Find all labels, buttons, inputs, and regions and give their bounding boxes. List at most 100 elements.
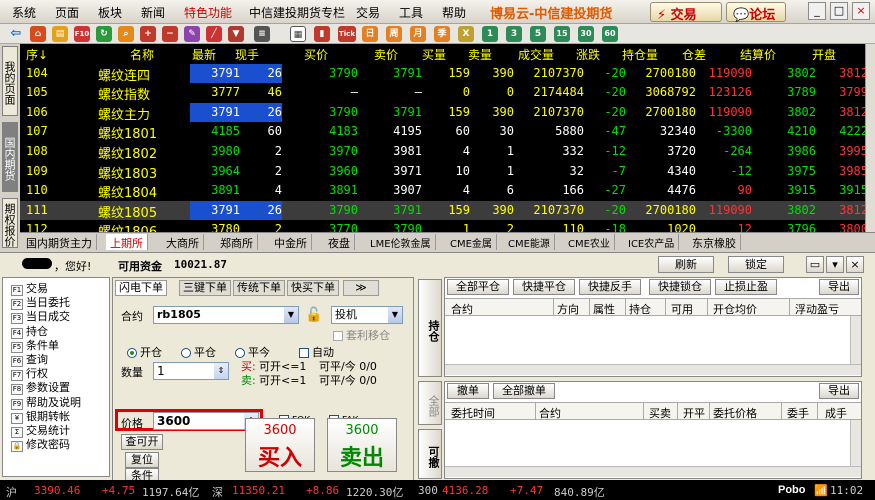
cancel-all-button[interactable]: 全部撤单 xyxy=(493,383,555,399)
tab-cancelable-orders[interactable]: 可撤 xyxy=(418,429,442,479)
col-float-pnl[interactable]: 浮动盈亏 xyxy=(795,301,839,317)
quick-close-button[interactable]: 快捷平仓 xyxy=(513,279,575,295)
cancel-order-button[interactable]: 撤单 xyxy=(447,383,489,399)
lock-icon[interactable]: 🔓 xyxy=(305,307,322,323)
header-bid-vol[interactable]: 买量 xyxy=(422,46,446,63)
kline-icon[interactable]: ▮ xyxy=(314,26,330,42)
menu-trade[interactable]: 交易 xyxy=(356,4,380,21)
chevron-down-icon[interactable]: ≫ xyxy=(343,280,379,296)
col-order-contract[interactable]: 合约 xyxy=(539,405,561,421)
collapse-icon[interactable]: ▾ xyxy=(826,256,844,273)
quote-row[interactable]: 104 螺纹连四 3791 26 3790 3791 159 390 2107370 -20 270… xyxy=(20,63,868,84)
tab-cme-energy[interactable]: CME能源 xyxy=(504,234,555,250)
quote-row[interactable]: 106 螺纹主力 3791 26 3790 3791 159 390 2107370 -20 270… xyxy=(20,102,868,123)
arbitrage-checkbox[interactable]: 套利移仓 xyxy=(333,327,390,343)
price-input[interactable]: 3600 ⇕ xyxy=(153,412,259,430)
maximize-icon[interactable]: □ xyxy=(830,2,848,20)
col-open-close[interactable]: 开平 xyxy=(683,405,705,421)
tab-shfe[interactable]: 上期所 xyxy=(106,234,148,250)
open-radio[interactable]: 开仓 xyxy=(127,344,162,360)
home-icon[interactable]: ⌂ xyxy=(30,26,46,42)
orders-vscroll[interactable] xyxy=(850,420,861,466)
tab-czce[interactable]: 郑商所 xyxy=(216,234,258,250)
quick-reverse-button[interactable]: 快捷反手 xyxy=(579,279,641,295)
back-icon[interactable]: ⇦ xyxy=(8,26,24,42)
header-name[interactable]: 名称 xyxy=(130,46,154,63)
tick-button[interactable]: Tick xyxy=(338,26,356,42)
tab-ice-agri[interactable]: ICE农产品 xyxy=(624,234,680,250)
x-button[interactable]: X xyxy=(458,26,474,42)
min3-button[interactable]: 3 xyxy=(506,26,522,42)
folder-icon[interactable]: ▤ xyxy=(52,26,68,42)
tab-flash-order[interactable]: 闪电下单 xyxy=(115,280,167,296)
tab-lme[interactable]: LME伦敦金属 xyxy=(366,234,436,250)
lock-button[interactable]: 锁定 xyxy=(728,256,784,273)
filter-icon[interactable]: ▼ xyxy=(228,26,244,42)
day-button[interactable]: 日 xyxy=(362,26,378,42)
nav-item[interactable]: 🔒 修改密码 xyxy=(11,436,70,453)
refresh-button[interactable]: 刷新 xyxy=(658,256,714,273)
col-order-time[interactable]: 委托时间 xyxy=(451,405,495,421)
restore-button[interactable]: 复位 xyxy=(125,452,159,468)
min15-button[interactable]: 15 xyxy=(554,26,570,42)
forum-button[interactable]: 💬论坛 xyxy=(726,2,786,23)
close-trade-icon[interactable]: × xyxy=(846,256,864,273)
col-open-avg[interactable]: 开仓均价 xyxy=(713,301,757,317)
quote-row[interactable]: 109 螺纹1803 3964 2 3960 3971 10 1 32 -7 4340 -12 3975… xyxy=(20,162,868,182)
list-icon[interactable]: ≡ xyxy=(254,26,270,42)
f10-icon[interactable]: F10 xyxy=(74,26,90,42)
header-lot[interactable]: 现手 xyxy=(235,46,259,63)
query-open-button[interactable]: 查可开 xyxy=(121,434,163,450)
header-ask[interactable]: 卖价 xyxy=(374,46,398,63)
trade-button[interactable]: ⚡ 交易 xyxy=(650,2,722,23)
col-side[interactable]: 买卖 xyxy=(649,405,671,421)
month-button[interactable]: 月 xyxy=(410,26,426,42)
quote-row[interactable]: 107 螺纹1801 4185 60 4183 4195 60 30 5880 -47 32340 -… xyxy=(20,122,868,142)
orders-export-button[interactable]: 导出 xyxy=(819,383,859,399)
menu-sector[interactable]: 板块 xyxy=(98,4,122,21)
header-volume[interactable]: 成交量 xyxy=(518,46,554,63)
min30-button[interactable]: 30 xyxy=(578,26,594,42)
tab-dce[interactable]: 大商所 xyxy=(162,234,204,250)
menu-news[interactable]: 新闻 xyxy=(141,4,165,21)
quote-row[interactable]: 111 螺纹1805 3791 26 3790 3791 159 390 2107370 -20 2… xyxy=(20,200,868,221)
dropdown-arrow-icon[interactable]: ▼ xyxy=(388,307,402,323)
tab-quick-buy-order[interactable]: 快买下单 xyxy=(287,280,339,296)
menu-page[interactable]: 页面 xyxy=(55,4,79,21)
qty-stepper-icon[interactable]: ⇕ xyxy=(214,363,228,379)
positions-export-button[interactable]: 导出 xyxy=(819,279,859,295)
tab-main-contracts[interactable]: 国内期货主力 xyxy=(22,234,97,250)
stop-loss-button[interactable]: 止损止盈 xyxy=(715,279,777,295)
side-tab-my-page[interactable]: 我的页面 xyxy=(2,46,18,116)
header-ask-vol[interactable]: 卖量 xyxy=(468,46,492,63)
sell-button[interactable]: 3600 卖出 xyxy=(327,418,397,472)
tab-night[interactable]: 夜盘 xyxy=(324,234,355,250)
orders-hscroll[interactable] xyxy=(445,466,861,477)
week-button[interactable]: 周 xyxy=(386,26,402,42)
header-open[interactable]: 开盘 xyxy=(812,46,836,63)
header-last[interactable]: 最新 xyxy=(192,46,216,63)
header-bid[interactable]: 买价 xyxy=(304,46,328,63)
quote-row[interactable]: 110 螺纹1804 3891 4 3891 3907 4 6 166 -27 4476 90 3915… xyxy=(20,181,868,201)
qty-input[interactable]: 1 ⇕ xyxy=(153,362,229,380)
tab-positions[interactable]: 持仓 xyxy=(418,279,442,377)
draw-icon[interactable]: ✎ xyxy=(184,26,200,42)
refresh-icon[interactable]: ↻ xyxy=(96,26,112,42)
positions-vscroll[interactable] xyxy=(850,316,861,364)
tab-all-orders[interactable]: 全部 xyxy=(418,381,442,425)
col-order-lots[interactable]: 委手 xyxy=(787,405,809,421)
menu-help[interactable]: 帮助 xyxy=(442,4,466,21)
contract-select[interactable]: rb1805 ▼ xyxy=(153,306,299,324)
col-direction[interactable]: 方向 xyxy=(557,301,579,317)
header-oi-change[interactable]: 仓差 xyxy=(682,46,706,63)
tab-cme-metal[interactable]: CME金属 xyxy=(446,234,497,250)
menu-tools[interactable]: 工具 xyxy=(399,4,423,21)
col-order-price[interactable]: 委托价格 xyxy=(713,405,757,421)
table-icon[interactable]: ▦ xyxy=(290,26,306,42)
draw-line-icon[interactable]: ╱ xyxy=(206,26,222,42)
minimize-icon[interactable]: _ xyxy=(808,2,826,20)
header-settle[interactable]: 结算价 xyxy=(740,46,776,63)
quote-row[interactable]: 105 螺纹指数 3777 46 — — 0 0 2174484 -20 3068792 123126… xyxy=(20,83,868,103)
positions-hscroll[interactable] xyxy=(445,364,861,375)
side-tab-options[interactable]: 期权报价 xyxy=(2,198,18,248)
